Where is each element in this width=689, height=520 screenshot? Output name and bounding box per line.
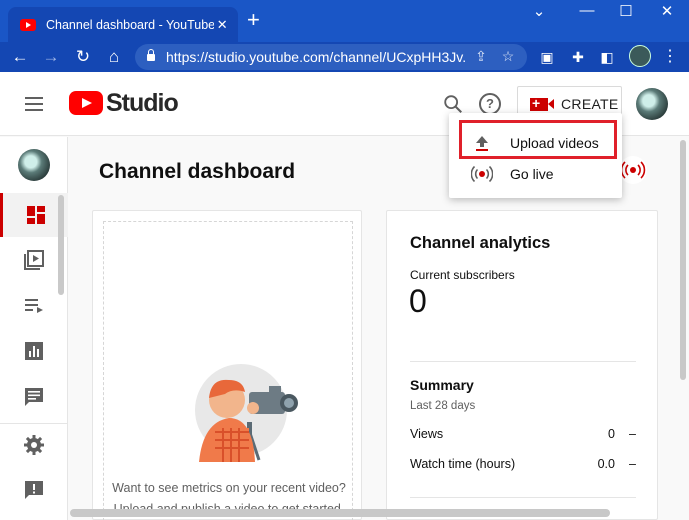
nav-analytics[interactable] bbox=[0, 329, 68, 373]
browser-toolbar: ← → ↻ ⌂ https://studio.youtube.com/chann… bbox=[0, 42, 689, 72]
divider bbox=[410, 497, 636, 498]
nav-feedback[interactable] bbox=[0, 468, 68, 512]
address-bar[interactable]: https://studio.youtube.com/channel/UCxpH… bbox=[135, 44, 527, 70]
maximize-button[interactable]: ☐ bbox=[606, 2, 646, 20]
forward-icon[interactable]: → bbox=[40, 46, 62, 68]
create-label: CREATE bbox=[561, 96, 619, 112]
go-live-shortcut[interactable] bbox=[619, 156, 647, 184]
metric-label: Watch time (hours) bbox=[410, 457, 516, 471]
back-icon[interactable]: ← bbox=[9, 46, 31, 68]
reload-icon[interactable]: ↻ bbox=[72, 46, 94, 68]
camera-person-illustration bbox=[195, 364, 298, 462]
analytics-icon bbox=[25, 342, 43, 360]
close-window-button[interactable]: ✕ bbox=[647, 2, 687, 20]
gear-icon bbox=[24, 435, 44, 455]
youtube-favicon-icon bbox=[20, 18, 36, 31]
lock-icon bbox=[147, 49, 155, 61]
share-icon[interactable]: ⇪ bbox=[472, 48, 490, 65]
help-icon[interactable]: ? bbox=[479, 93, 501, 115]
metric-row-views: Views 0 – bbox=[410, 427, 636, 441]
nav-settings[interactable] bbox=[0, 423, 68, 467]
metric-value: 0 bbox=[608, 427, 615, 441]
page-title: Channel dashboard bbox=[99, 160, 296, 183]
content-icon bbox=[24, 250, 44, 270]
tab-search-icon[interactable]: ⌄ bbox=[519, 2, 559, 20]
analytics-title: Channel analytics bbox=[410, 234, 551, 252]
subscribers-count: 0 bbox=[409, 283, 427, 319]
divider bbox=[410, 361, 636, 362]
nav-comments[interactable] bbox=[0, 375, 68, 419]
tab-title: Channel dashboard - YouTube Studio bbox=[46, 17, 215, 32]
nav-scrollbar[interactable] bbox=[58, 195, 64, 295]
youtube-logo-icon[interactable] bbox=[69, 91, 103, 115]
metric-trend: – bbox=[629, 427, 636, 441]
browser-profile-avatar[interactable] bbox=[629, 45, 651, 67]
channel-avatar[interactable] bbox=[18, 149, 50, 181]
minimize-button[interactable]: — bbox=[567, 2, 607, 19]
tab-close-icon[interactable]: ✕ bbox=[214, 17, 230, 33]
summary-period: Last 28 days bbox=[410, 400, 476, 412]
channel-analytics-card: Channel analytics Current subscribers 0 … bbox=[386, 210, 658, 520]
comments-icon bbox=[25, 388, 43, 406]
new-tab-button[interactable]: + bbox=[247, 9, 260, 31]
home-icon[interactable]: ⌂ bbox=[103, 46, 125, 68]
highlight-annotation-box bbox=[459, 120, 617, 159]
browser-menu-icon[interactable]: ⋮ bbox=[662, 46, 678, 68]
menu-item-go-live[interactable]: Go live bbox=[449, 156, 622, 192]
studio-logo-text[interactable]: Studio bbox=[106, 89, 179, 118]
feedback-icon bbox=[25, 481, 43, 499]
url-text[interactable]: https://studio.youtube.com/channel/UCxpH… bbox=[166, 49, 466, 65]
upload-dropzone[interactable]: Want to see metrics on your recent video… bbox=[103, 221, 353, 520]
account-avatar[interactable] bbox=[636, 88, 668, 120]
playlists-icon bbox=[25, 299, 43, 313]
create-video-icon bbox=[530, 95, 554, 111]
puzzle-extensions-icon[interactable]: ✚ bbox=[568, 47, 588, 67]
metric-label: Views bbox=[410, 427, 444, 441]
browser-tab[interactable]: Channel dashboard - YouTube Studio ✕ bbox=[8, 7, 238, 42]
live-icon bbox=[471, 165, 493, 183]
metric-value: 0.0 bbox=[597, 457, 615, 471]
subscribers-label: Current subscribers bbox=[410, 268, 515, 282]
video-performance-card: Want to see metrics on your recent video… bbox=[92, 210, 362, 520]
extension-icon[interactable]: ▣ bbox=[537, 47, 557, 67]
live-broadcast-icon bbox=[620, 161, 646, 179]
metric-trend: – bbox=[629, 457, 636, 471]
metric-row-watch-time: Watch time (hours) 0.0 – bbox=[410, 457, 636, 471]
horizontal-scrollbar[interactable] bbox=[70, 509, 610, 517]
browser-tab-bar: Channel dashboard - YouTube Studio ✕ + ⌄… bbox=[0, 0, 689, 42]
left-navigation bbox=[0, 137, 68, 520]
bookmark-star-icon[interactable]: ☆ bbox=[499, 48, 517, 65]
hamburger-menu-icon[interactable] bbox=[25, 97, 43, 111]
menu-item-label: Go live bbox=[510, 166, 554, 182]
dashboard-icon bbox=[26, 206, 45, 224]
vertical-scrollbar[interactable] bbox=[680, 140, 686, 380]
search-icon[interactable] bbox=[442, 93, 464, 115]
side-panel-icon[interactable]: ◧ bbox=[597, 47, 617, 67]
empty-state-line-1: Want to see metrics on your recent video… bbox=[112, 481, 346, 495]
summary-title: Summary bbox=[410, 377, 474, 393]
